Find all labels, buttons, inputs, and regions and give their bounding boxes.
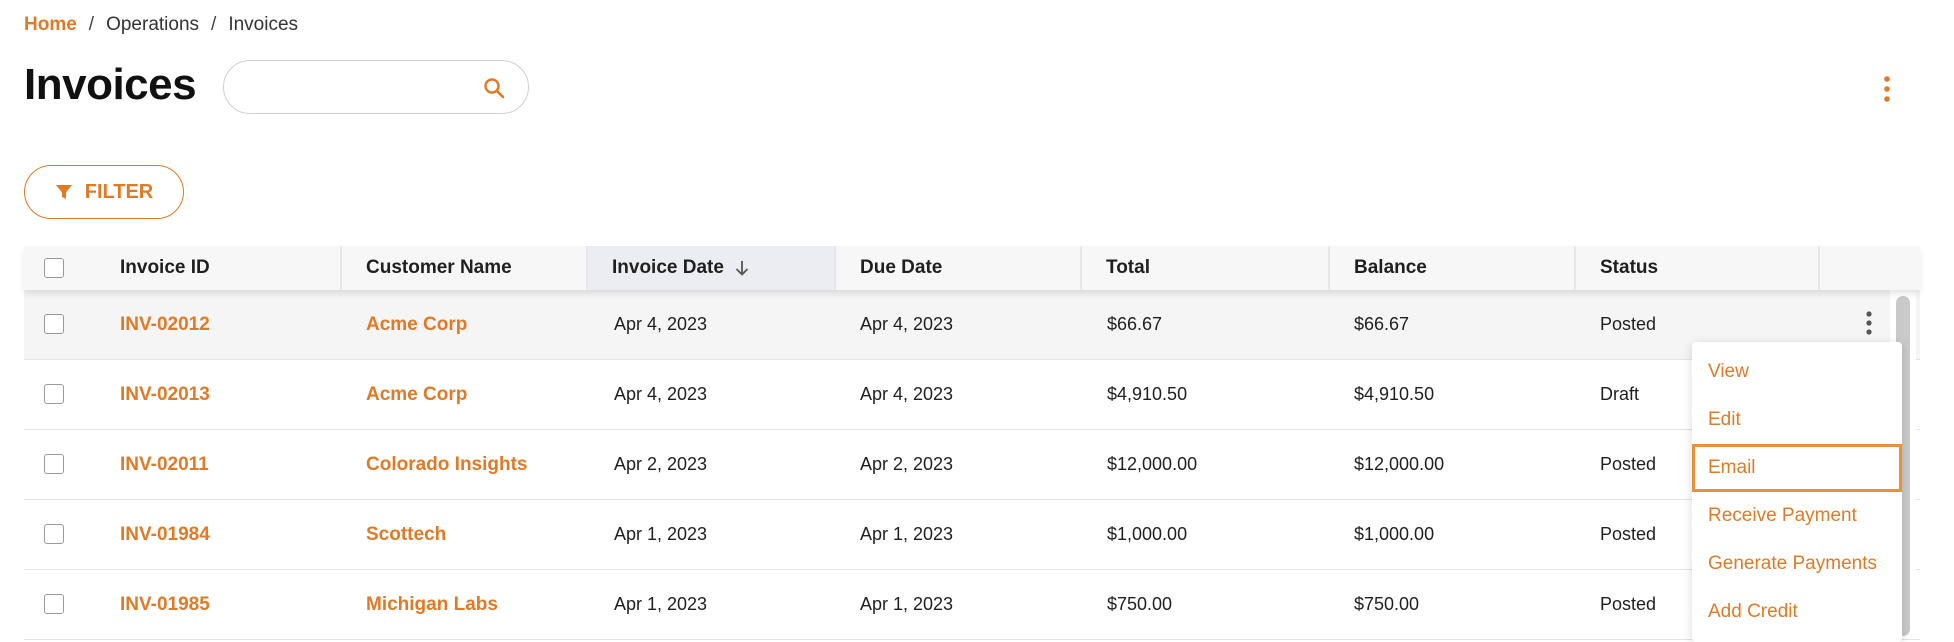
status-cell: Posted — [1600, 524, 1657, 544]
table-row[interactable]: INV-02013 Acme Corp Apr 4, 2023 Apr 4, 2… — [24, 360, 1920, 430]
row-checkbox[interactable] — [44, 384, 64, 404]
invoice-date-cell: Apr 1, 2023 — [614, 594, 708, 614]
total-cell: $4,910.50 — [1107, 384, 1188, 404]
due-date-cell: Apr 4, 2023 — [860, 314, 954, 334]
row-checkbox[interactable] — [44, 524, 64, 544]
status-cell: Posted — [1600, 314, 1657, 334]
breadcrumb-home-link[interactable]: Home — [24, 14, 77, 36]
table-row[interactable]: INV-01984 Scottech Apr 1, 2023 Apr 1, 20… — [24, 500, 1920, 570]
breadcrumb: Home / Operations / Invoices — [24, 14, 298, 36]
invoice-id-link[interactable]: INV-02011 — [120, 430, 209, 499]
invoice-id-link[interactable]: INV-01985 — [120, 570, 210, 639]
due-date-cell: Apr 1, 2023 — [860, 594, 954, 614]
column-header-balance[interactable]: Balance — [1330, 246, 1576, 290]
more-vert-icon[interactable] — [1880, 74, 1894, 104]
row-actions-more-icon[interactable] — [1862, 308, 1876, 338]
total-cell: $66.67 — [1107, 314, 1163, 334]
balance-cell: $750.00 — [1354, 594, 1420, 614]
filter-button[interactable]: FILTER — [24, 165, 184, 219]
filter-label: FILTER — [84, 180, 154, 203]
customer-name-link[interactable]: Acme Corp — [366, 360, 467, 429]
invoice-id-link[interactable]: INV-02012 — [120, 290, 210, 359]
menu-item-receive-payment[interactable]: Receive Payment — [1692, 492, 1902, 540]
breadcrumb-separator: / — [88, 14, 95, 35]
balance-cell: $4,910.50 — [1354, 384, 1435, 404]
menu-item-generate-payments[interactable]: Generate Payments — [1692, 540, 1902, 588]
due-date-cell: Apr 4, 2023 — [860, 384, 954, 404]
search-icon[interactable] — [482, 76, 506, 100]
invoice-date-cell: Apr 4, 2023 — [614, 314, 708, 334]
invoice-date-cell: Apr 4, 2023 — [614, 384, 708, 404]
breadcrumb-separator: / — [211, 14, 217, 35]
balance-cell: $1,000.00 — [1354, 524, 1435, 544]
table-row[interactable]: INV-01985 Michigan Labs Apr 1, 2023 Apr … — [24, 570, 1920, 640]
page-title: Invoices — [24, 60, 197, 109]
invoice-date-cell: Apr 2, 2023 — [614, 454, 708, 474]
column-header-invoice-date[interactable]: Invoice Date — [588, 246, 836, 290]
balance-cell: $66.67 — [1354, 314, 1410, 334]
search-input[interactable] — [242, 73, 476, 103]
column-header-invoice-id[interactable]: Invoice ID — [96, 246, 342, 290]
row-checkbox[interactable] — [44, 594, 64, 614]
total-cell: $12,000.00 — [1107, 454, 1198, 474]
status-cell: Posted — [1600, 594, 1657, 614]
menu-item-view[interactable]: View — [1692, 348, 1902, 396]
breadcrumb-operations-link[interactable]: Operations — [106, 14, 199, 36]
table-row[interactable]: INV-02012 Acme Corp Apr 4, 2023 Apr 4, 2… — [24, 290, 1920, 360]
due-date-cell: Apr 1, 2023 — [860, 524, 954, 544]
menu-item-add-credit[interactable]: Add Credit — [1692, 588, 1902, 636]
filter-icon — [55, 185, 72, 199]
search-field[interactable] — [223, 60, 529, 114]
invoice-id-link[interactable]: INV-01984 — [120, 500, 210, 569]
balance-cell: $12,000.00 — [1354, 454, 1445, 474]
row-checkbox[interactable] — [44, 314, 64, 334]
customer-name-link[interactable]: Scottech — [366, 500, 446, 569]
menu-item-edit[interactable]: Edit — [1692, 396, 1902, 444]
column-header-total[interactable]: Total — [1082, 246, 1330, 290]
column-header-status[interactable]: Status — [1576, 246, 1820, 290]
row-actions-menu: View Edit Email Receive Payment Generate… — [1692, 342, 1902, 642]
total-cell: $750.00 — [1107, 594, 1173, 614]
due-date-cell: Apr 2, 2023 — [860, 454, 954, 474]
invoice-date-cell: Apr 1, 2023 — [614, 524, 708, 544]
invoice-id-link[interactable]: INV-02013 — [120, 360, 210, 429]
customer-name-link[interactable]: Acme Corp — [366, 290, 467, 359]
column-header-due-date[interactable]: Due Date — [836, 246, 1082, 290]
row-checkbox[interactable] — [44, 454, 64, 474]
menu-item-email[interactable]: Email — [1692, 444, 1902, 492]
table-header: Invoice ID Customer Name Invoice Date Du… — [24, 246, 1920, 290]
table-row[interactable]: INV-02011 Colorado Insights Apr 2, 2023 … — [24, 430, 1920, 500]
total-cell: $1,000.00 — [1107, 524, 1188, 544]
status-cell: Posted — [1600, 454, 1657, 474]
invoices-table: Invoice ID Customer Name Invoice Date Du… — [24, 246, 1920, 640]
customer-name-link[interactable]: Colorado Insights — [366, 430, 528, 499]
column-header-customer-name[interactable]: Customer Name — [342, 246, 588, 290]
customer-name-link[interactable]: Michigan Labs — [366, 570, 498, 639]
sort-arrow-down-icon — [735, 261, 749, 276]
breadcrumb-current: Invoices — [228, 14, 299, 35]
status-cell: Draft — [1600, 384, 1640, 404]
select-all-checkbox[interactable] — [44, 258, 64, 278]
